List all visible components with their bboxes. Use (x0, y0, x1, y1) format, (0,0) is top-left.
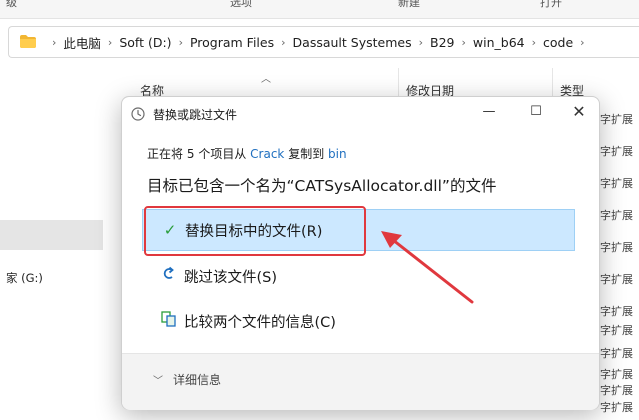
type-cell: 字扩展 (600, 273, 633, 286)
type-cell: 字扩展 (600, 347, 633, 360)
chevron-right-icon: › (107, 35, 113, 49)
breadcrumb-soft-d[interactable]: Soft (D:) (119, 35, 171, 50)
chevron-right-icon: › (531, 35, 537, 49)
chevron-right-icon: › (52, 35, 57, 49)
address-bar[interactable]: › 此电脑 › Soft (D:) › Program Files › Dass… (8, 26, 639, 58)
ribbon-item[interactable]: 级 (6, 0, 17, 10)
ribbon-item[interactable]: 新建 (398, 0, 420, 10)
compare-files-label: 比较两个文件的信息(C) (184, 314, 336, 331)
type-cell: 字扩展 (600, 145, 633, 158)
type-cell: 字扩展 (600, 177, 633, 190)
skip-files-label: 跳过该文件(S) (184, 269, 278, 286)
breadcrumb-code[interactable]: code (543, 35, 573, 50)
minimize-button[interactable]: — (472, 101, 506, 123)
chevron-right-icon: › (580, 35, 585, 49)
chevron-down-icon: ﹀ (153, 376, 163, 387)
progress-count: 5 (186, 147, 195, 161)
chevron-right-icon: › (281, 35, 286, 49)
progress-to: 复制到 (288, 147, 325, 161)
breadcrumb-b29[interactable]: B29 (430, 35, 454, 50)
ribbon-toolbar: 级 选项 新建 打开 (0, 0, 639, 19)
type-cell: 字扩展 (600, 368, 633, 381)
folder-icon (20, 35, 36, 48)
type-cell: 字扩展 (600, 384, 633, 397)
type-cell: 字扩展 (600, 324, 633, 337)
type-cell: 字扩展 (600, 113, 633, 126)
clock-icon (131, 107, 145, 121)
ribbon-item[interactable]: 选项 (230, 0, 252, 10)
skip-arrow-icon (158, 266, 180, 286)
chevron-right-icon: › (461, 35, 466, 49)
skip-files-option[interactable]: 跳过该文件(S) (142, 259, 572, 293)
replace-or-skip-dialog: 替换或跳过文件 — ☐ ✕ 正在将 5 个项目从 Crack 复制到 bin 目… (121, 96, 600, 410)
close-button[interactable]: ✕ (562, 101, 596, 123)
type-cell: 字扩展 (600, 305, 633, 318)
breadcrumb-win-b64[interactable]: win_b64 (473, 35, 525, 50)
nav-item-selected[interactable] (0, 220, 103, 250)
progress-mid: 个项目从 (198, 147, 247, 161)
type-cell: 字扩展 (600, 241, 633, 254)
breadcrumb-this-pc[interactable]: 此电脑 (63, 33, 101, 52)
details-label: 详细信息 (173, 373, 222, 387)
chevron-right-icon: › (418, 35, 423, 49)
copy-progress-text: 正在将 5 个项目从 Crack 复制到 bin (147, 145, 347, 162)
breadcrumb: › 此电脑 › Soft (D:) › Program Files › Dass… (45, 27, 592, 57)
chevron-right-icon: › (178, 35, 183, 49)
ribbon-item[interactable]: 打开 (540, 0, 562, 10)
details-toggle[interactable]: ﹀ 详细信息 (153, 371, 221, 388)
conflict-heading: 目标已包含一个名为“CATSysAllocator.dll”的文件 (147, 177, 497, 195)
progress-prefix: 正在将 (147, 147, 184, 161)
maximize-button[interactable]: ☐ (519, 101, 553, 123)
nav-item-drive-g[interactable]: 家 (G:) (6, 270, 43, 286)
destination-folder-link[interactable]: bin (328, 147, 347, 161)
type-cell: 字扩展 (600, 209, 633, 222)
type-cell: 字扩展 (600, 401, 633, 414)
annotation-highlight-box (144, 206, 366, 256)
source-folder-link[interactable]: Crack (250, 147, 284, 161)
breadcrumb-program-files[interactable]: Program Files (190, 35, 274, 50)
breadcrumb-dassault-systemes[interactable]: Dassault Systemes (293, 35, 412, 50)
sort-ascending-icon: ︿ (261, 74, 271, 85)
compare-files-option[interactable]: 比较两个文件的信息(C) (142, 304, 572, 338)
dialog-title: 替换或跳过文件 (153, 108, 238, 122)
compare-icon (158, 311, 180, 331)
dialog-footer: ﹀ 详细信息 (122, 353, 599, 410)
